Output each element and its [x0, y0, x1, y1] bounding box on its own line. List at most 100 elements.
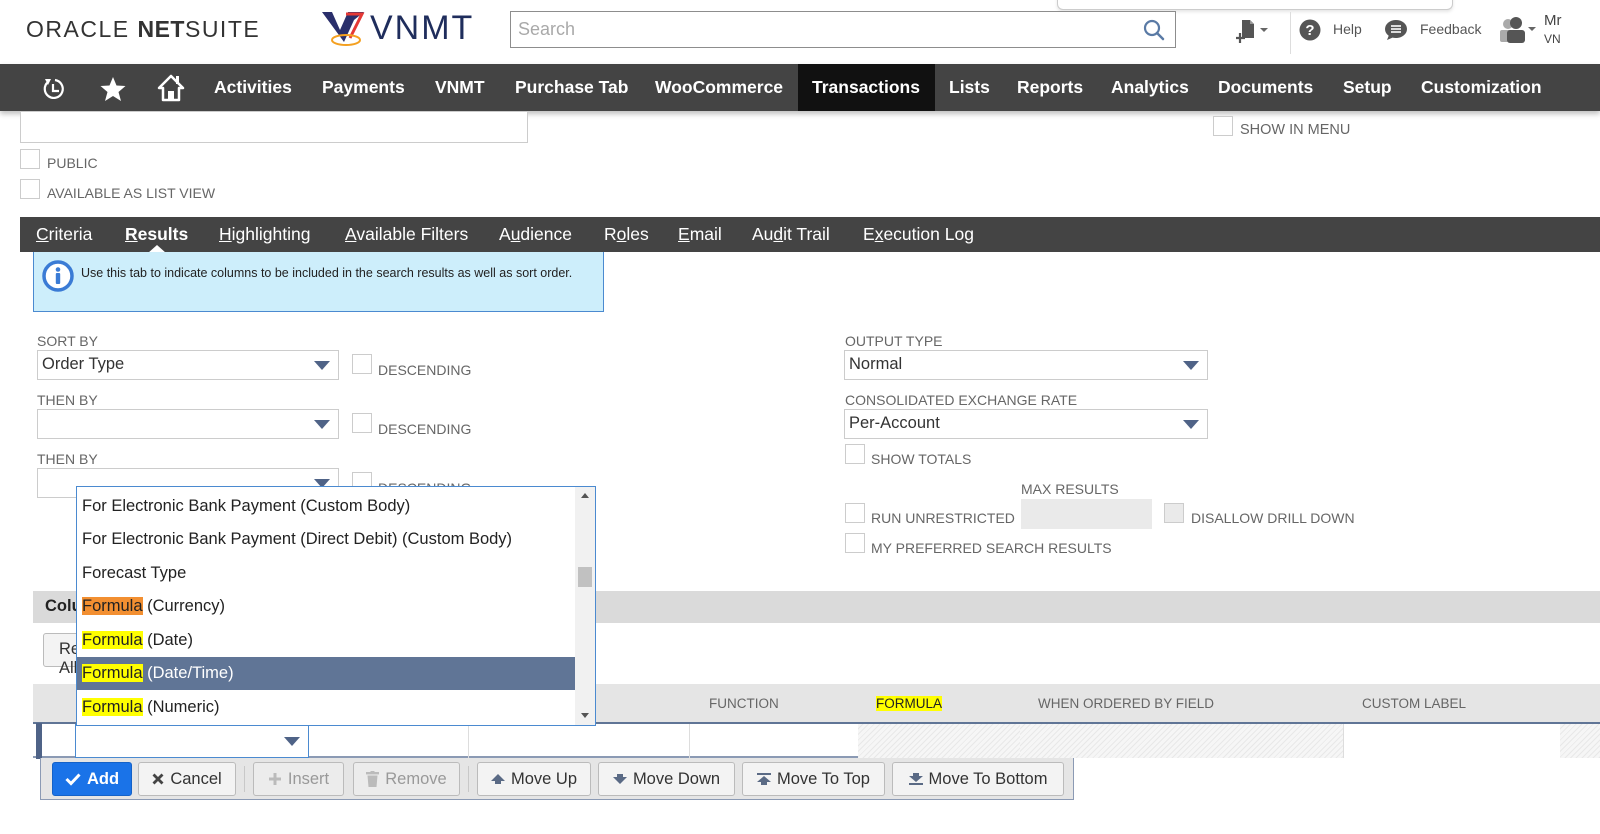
show-totals-checkbox[interactable]	[845, 444, 865, 464]
nav-customization[interactable]: Customization	[1407, 64, 1556, 111]
nav-transactions[interactable]: Transactions	[798, 64, 935, 111]
description-input[interactable]	[20, 111, 528, 143]
search-subtabs: Criteria Results Highlighting Available …	[20, 217, 1600, 252]
checkmark-icon	[65, 773, 81, 786]
logo-suite-text: SUITE	[184, 16, 261, 42]
subtab-highlighting[interactable]: Highlighting	[219, 217, 310, 252]
nav-activities[interactable]: Activities	[200, 64, 306, 111]
exchange-rate-select[interactable]: Per-Account	[844, 409, 1208, 439]
custom-label-cell[interactable]	[1344, 724, 1560, 758]
output-type-select[interactable]: Normal	[844, 350, 1208, 380]
nav-analytics[interactable]: Analytics	[1097, 64, 1203, 111]
main-nav: Activities Payments VNMT Purchase Tab Wo…	[0, 64, 1600, 111]
move-to-top-button[interactable]: Move To Top	[742, 762, 885, 796]
cancel-button[interactable]: Cancel	[138, 762, 236, 796]
help-link[interactable]: Help	[1333, 21, 1362, 37]
scroll-up-arrow-icon[interactable]	[581, 493, 589, 498]
search-input[interactable]	[511, 12, 1111, 47]
subtab-audience[interactable]: Audience	[499, 217, 572, 252]
dropdown-option[interactable]: For Electronic Bank Payment (Direct Debi…	[77, 523, 575, 556]
add-label: Add	[86, 769, 120, 788]
field-select[interactable]	[75, 724, 309, 758]
create-new-icon[interactable]	[1236, 18, 1270, 44]
button-divider	[468, 766, 469, 792]
show-in-menu-checkbox[interactable]	[1213, 116, 1233, 136]
nav-payments[interactable]: Payments	[308, 64, 419, 111]
info-text: Use this tab to indicate columns to be i…	[81, 266, 573, 280]
header-divider	[1290, 12, 1291, 54]
scrollbar-thumb[interactable]	[578, 567, 592, 587]
max-results-input[interactable]	[1021, 499, 1152, 529]
remove-button[interactable]: Remove	[353, 762, 460, 796]
subtab-criteria[interactable]: Criteria	[36, 217, 92, 252]
recent-records-icon[interactable]	[42, 76, 68, 102]
nav-reports[interactable]: Reports	[1003, 64, 1097, 111]
svg-text:?: ?	[1305, 22, 1314, 39]
logo-oracle-text: ORACLE	[26, 16, 138, 42]
move-to-top-label: Move To Top	[777, 769, 870, 788]
dropdown-scrollbar[interactable]	[575, 487, 595, 725]
move-down-button[interactable]: Move Down	[598, 762, 735, 796]
global-search[interactable]	[510, 11, 1176, 48]
sort-by-value: Order Type	[42, 355, 125, 373]
exchange-rate-value: Per-Account	[849, 414, 940, 432]
output-type-label: OUTPUT TYPE	[845, 333, 943, 349]
available-as-list-view-label: AVAILABLE AS LIST VIEW	[47, 185, 216, 201]
subtab-available-filters[interactable]: Available Filters	[345, 217, 468, 252]
formula-cell[interactable]	[858, 724, 1020, 758]
move-to-top-icon	[757, 773, 772, 785]
nav-lists[interactable]: Lists	[935, 64, 1004, 111]
feedback-icon[interactable]	[1384, 19, 1408, 41]
disallow-drill-down-checkbox[interactable]	[1164, 503, 1184, 523]
sort-by-select[interactable]: Order Type	[37, 350, 339, 380]
exchange-rate-label: CONSOLIDATED EXCHANGE RATE	[845, 392, 1078, 408]
nav-documents[interactable]: Documents	[1204, 64, 1327, 111]
move-to-bottom-button[interactable]: Move To Bottom	[892, 762, 1064, 796]
search-icon[interactable]	[1143, 19, 1165, 41]
nav-setup[interactable]: Setup	[1329, 64, 1406, 111]
help-icon[interactable]: ?	[1299, 19, 1321, 41]
dropdown-option[interactable]: Formula (Numeric)	[77, 691, 575, 724]
subtab-execution-log[interactable]: Execution Log	[863, 217, 974, 252]
subtab-roles[interactable]: Roles	[604, 217, 649, 252]
dropdown-option-selected[interactable]: Formula (Date/Time)	[77, 657, 575, 690]
add-button[interactable]: Add	[52, 762, 132, 796]
nav-vnmt[interactable]: VNMT	[421, 64, 499, 111]
dropdown-option[interactable]: Formula (Date)	[77, 624, 575, 657]
home-icon[interactable]	[157, 74, 185, 102]
col-header-function: FUNCTION	[709, 696, 779, 711]
move-up-label: Move Up	[510, 769, 578, 788]
plus-icon	[268, 773, 281, 785]
user-name[interactable]: Mr	[1544, 12, 1562, 29]
user-roles-icon[interactable]	[1498, 16, 1538, 44]
oracle-netsuite-logo[interactable]: ORACLE NETSUITE	[26, 16, 260, 43]
when-ordered-by-field-cell[interactable]	[1020, 724, 1343, 758]
run-unrestricted-checkbox[interactable]	[845, 503, 865, 523]
available-as-list-view-checkbox[interactable]	[20, 179, 40, 199]
then-by-1-descending-checkbox[interactable]	[352, 413, 372, 433]
then-by-label: THEN BY	[37, 451, 98, 467]
chevron-down-icon	[1183, 361, 1199, 370]
move-to-bottom-icon	[908, 773, 923, 785]
insert-button[interactable]: Insert	[253, 762, 344, 796]
feedback-link[interactable]: Feedback	[1420, 21, 1481, 37]
dropdown-option[interactable]: Formula (Currency)	[77, 590, 575, 623]
next-cell	[1560, 724, 1600, 758]
company-logo[interactable]: VNMT	[320, 8, 474, 48]
move-up-button[interactable]: Move Up	[477, 762, 591, 796]
my-preferred-search-results-checkbox[interactable]	[845, 533, 865, 553]
sort-descending-checkbox[interactable]	[352, 354, 372, 374]
columns-edit-row	[33, 722, 1600, 759]
dropdown-option[interactable]: Forecast Type	[77, 557, 575, 590]
scroll-down-arrow-icon[interactable]	[581, 713, 589, 718]
arrow-up-icon	[490, 774, 505, 784]
nav-woocommerce[interactable]: WooCommerce	[641, 64, 797, 111]
subtab-audit-trail[interactable]: Audit Trail	[752, 217, 830, 252]
dropdown-option[interactable]: For Electronic Bank Payment (Custom Body…	[77, 490, 575, 523]
user-company: VN	[1544, 32, 1561, 46]
public-checkbox[interactable]	[20, 149, 40, 169]
nav-purchase-tab[interactable]: Purchase Tab	[501, 64, 642, 111]
then-by-select-1[interactable]	[37, 409, 339, 439]
favorites-star-icon[interactable]	[100, 76, 126, 102]
subtab-email[interactable]: Email	[678, 217, 722, 252]
